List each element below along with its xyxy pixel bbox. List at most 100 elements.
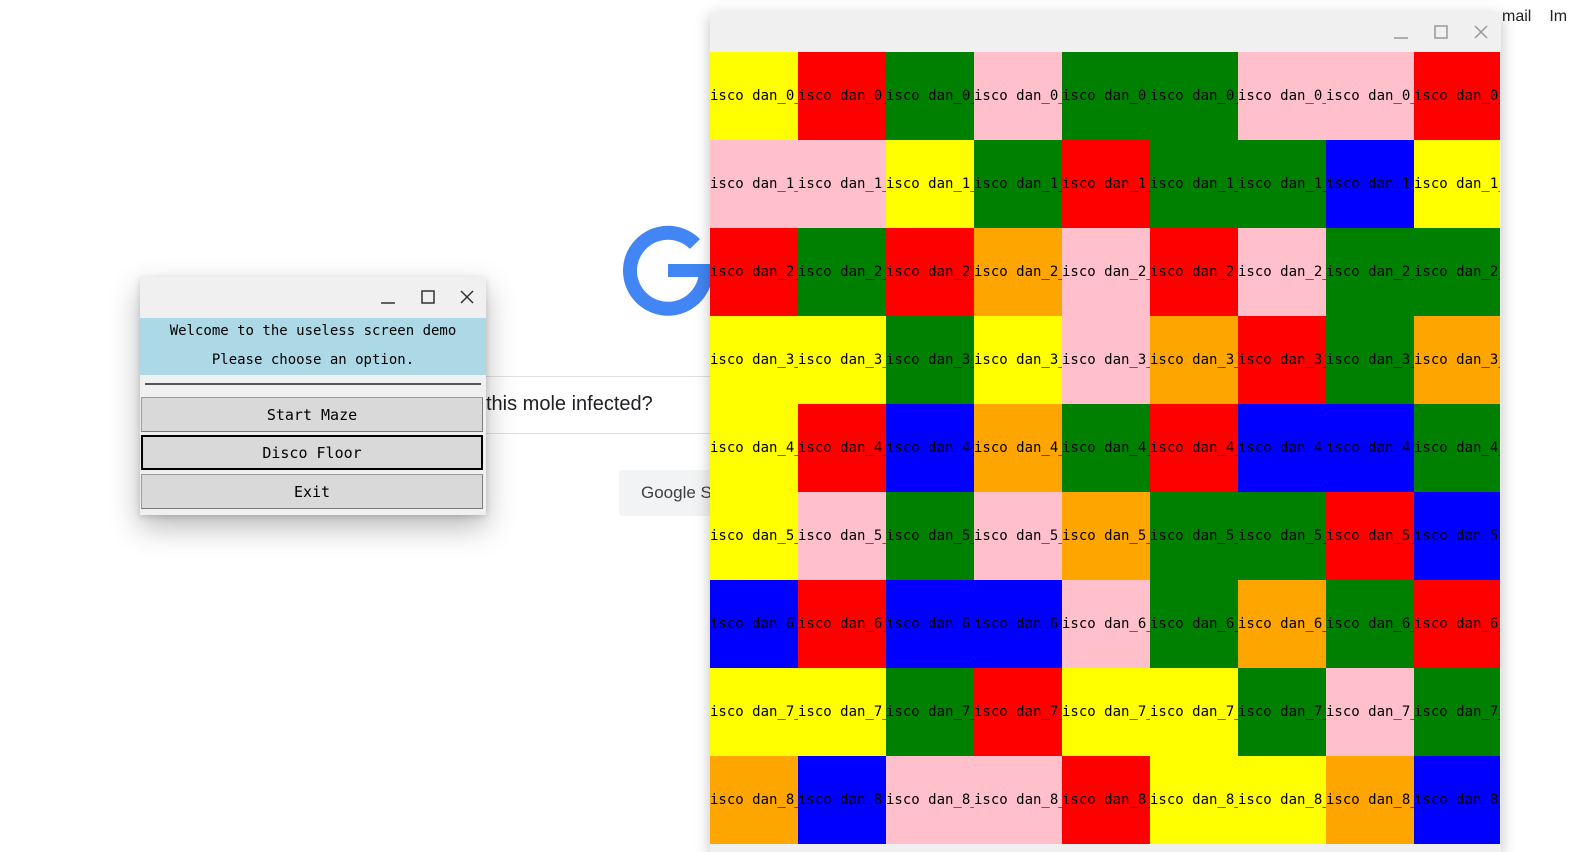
minimize-icon[interactable] xyxy=(368,277,408,317)
top-link-mail[interactable]: mail xyxy=(1502,8,1531,25)
disco-tile: isco dan_7_ xyxy=(886,668,974,756)
disco-tile: isco dan_1_ xyxy=(974,140,1062,228)
separator xyxy=(145,383,481,385)
disco-tile: isco dan_3_ xyxy=(1414,316,1500,404)
disco-tile: isco dan_6_ xyxy=(974,580,1062,668)
disco-tile: isco dan_1_ xyxy=(1238,140,1326,228)
disco-tile: isco dan_4_ xyxy=(1150,404,1238,492)
search-input-text[interactable]: this mole infected? xyxy=(486,393,653,416)
disco-grid: isco dan_0_ isco dan_0_ isco dan_0_ isco da… xyxy=(710,52,1500,844)
welcome-text: Welcome to the useless screen demo xyxy=(169,323,457,339)
disco-tile: isco dan_0_ xyxy=(1326,52,1414,140)
disco-tile: isco dan_6_ xyxy=(1238,580,1326,668)
disco-tile: isco dan_5_ xyxy=(1062,492,1150,580)
disco-tile: isco dan_8_ xyxy=(1238,756,1326,844)
disco-tile: isco dan_7_ xyxy=(1326,668,1414,756)
disco-tile: isco dan_3_ xyxy=(710,316,798,404)
maximize-icon[interactable] xyxy=(408,277,448,317)
disco-tile: isco dan_1_ xyxy=(1062,140,1150,228)
disco-floor-window: isco dan_0_ isco dan_0_ isco dan_0_ isco da… xyxy=(710,12,1501,852)
disco-tile: isco dan_6_ xyxy=(1150,580,1238,668)
disco-tile: isco dan_3_ xyxy=(1150,316,1238,404)
maximize-icon[interactable] xyxy=(1421,12,1461,52)
disco-tile: isco dan_7_ xyxy=(1062,668,1150,756)
disco-tile: isco dan_3_ xyxy=(798,316,886,404)
disco-tile: isco dan_3_ xyxy=(1326,316,1414,404)
disco-tile: isco dan_7_ xyxy=(1414,668,1500,756)
disco-tile: isco dan_3_ xyxy=(886,316,974,404)
disco-tile: isco dan_2_ xyxy=(710,228,798,316)
welcome-banner: Welcome to the useless screen demo Pleas… xyxy=(140,318,486,375)
disco-floor-button[interactable]: Disco Floor xyxy=(141,435,483,470)
disco-tile: isco dan_0_ xyxy=(1150,52,1238,140)
disco-tile: isco dan_1_ xyxy=(798,140,886,228)
disco-tile: isco dan_5_ xyxy=(1150,492,1238,580)
disco-tile: isco dan_4_ xyxy=(974,404,1062,492)
disco-tile: isco dan_6_ xyxy=(798,580,886,668)
disco-tile: isco dan_6_ xyxy=(1326,580,1414,668)
disco-tile: isco dan_5_ xyxy=(798,492,886,580)
disco-tile: isco dan_0_ xyxy=(1062,52,1150,140)
disco-tile: isco dan_7_ xyxy=(1150,668,1238,756)
disco-tile: isco dan_4_ xyxy=(886,404,974,492)
disco-tile: isco dan_4_ xyxy=(1326,404,1414,492)
disco-tile: isco dan_2_ xyxy=(974,228,1062,316)
disco-tile: isco dan_8_ xyxy=(1062,756,1150,844)
disco-tile: isco dan_5_ xyxy=(974,492,1062,580)
disco-tile: isco dan_8_ xyxy=(1326,756,1414,844)
disco-tile: isco dan_7_ xyxy=(710,668,798,756)
disco-tile: isco dan_4_ xyxy=(798,404,886,492)
disco-tile: isco dan_8_ xyxy=(1414,756,1500,844)
disco-tile: isco dan_6_ xyxy=(886,580,974,668)
search-box[interactable]: this mole infected? xyxy=(470,376,730,434)
disco-tile: isco dan_5_ xyxy=(1326,492,1414,580)
menu-window: Welcome to the useless screen demo Pleas… xyxy=(140,277,486,515)
disco-tile: isco dan_1_ xyxy=(886,140,974,228)
disco-tile: isco dan_8_ xyxy=(886,756,974,844)
disco-tile: isco dan_0_ xyxy=(1238,52,1326,140)
disco-tile: isco dan_3_ xyxy=(974,316,1062,404)
prompt-text: Please choose an option. xyxy=(211,352,415,368)
disco-tile: isco dan_8_ xyxy=(974,756,1062,844)
disco-tile: isco dan_1_ xyxy=(1414,140,1500,228)
disco-window-titlebar[interactable] xyxy=(710,12,1501,52)
browser-top-links: mail Im xyxy=(1502,8,1571,26)
disco-tile: isco dan_4_ xyxy=(1062,404,1150,492)
disco-tile: isco dan_1_ xyxy=(1150,140,1238,228)
menu-window-titlebar[interactable] xyxy=(140,277,486,317)
start-maze-button[interactable]: Start Maze xyxy=(141,397,483,432)
disco-tile: isco dan_2_ xyxy=(1062,228,1150,316)
disco-tile: isco dan_2_ xyxy=(1414,228,1500,316)
disco-tile: isco dan_6_ xyxy=(1414,580,1500,668)
disco-tile: isco dan_2_ xyxy=(1238,228,1326,316)
close-icon[interactable] xyxy=(1461,12,1501,52)
disco-tile: isco dan_0_ xyxy=(974,52,1062,140)
disco-tile: isco dan_5_ xyxy=(1238,492,1326,580)
disco-tile: isco dan_5_ xyxy=(710,492,798,580)
disco-tile: isco dan_3_ xyxy=(1062,316,1150,404)
disco-tile: isco dan_5_ xyxy=(886,492,974,580)
disco-tile: isco dan_0_ xyxy=(798,52,886,140)
top-link-images[interactable]: Im xyxy=(1549,8,1567,25)
disco-tile: isco dan_7_ xyxy=(1238,668,1326,756)
google-search-button-label: Google S xyxy=(641,483,712,502)
disco-tile: isco dan_7_ xyxy=(974,668,1062,756)
disco-tile: isco dan_4_ xyxy=(1414,404,1500,492)
disco-tile: isco dan_4_ xyxy=(1238,404,1326,492)
disco-tile: isco dan_0_ xyxy=(710,52,798,140)
exit-button[interactable]: Exit xyxy=(141,474,483,509)
minimize-icon[interactable] xyxy=(1381,12,1421,52)
close-icon[interactable] xyxy=(447,277,487,317)
disco-tile: isco dan_2_ xyxy=(1326,228,1414,316)
disco-tile: isco dan_1_ xyxy=(1326,140,1414,228)
google-logo-icon xyxy=(623,225,713,316)
disco-tile: isco dan_6_ xyxy=(1062,580,1150,668)
disco-tile: isco dan_2_ xyxy=(1150,228,1238,316)
disco-tile: isco dan_4_ xyxy=(710,404,798,492)
disco-tile: isco dan_6_ xyxy=(710,580,798,668)
disco-tile: isco dan_2_ xyxy=(886,228,974,316)
disco-tile: isco dan_0_ xyxy=(1414,52,1500,140)
disco-tile: isco dan_2_ xyxy=(798,228,886,316)
disco-tile: isco dan_8_ xyxy=(710,756,798,844)
disco-tile: isco dan_8_ xyxy=(798,756,886,844)
